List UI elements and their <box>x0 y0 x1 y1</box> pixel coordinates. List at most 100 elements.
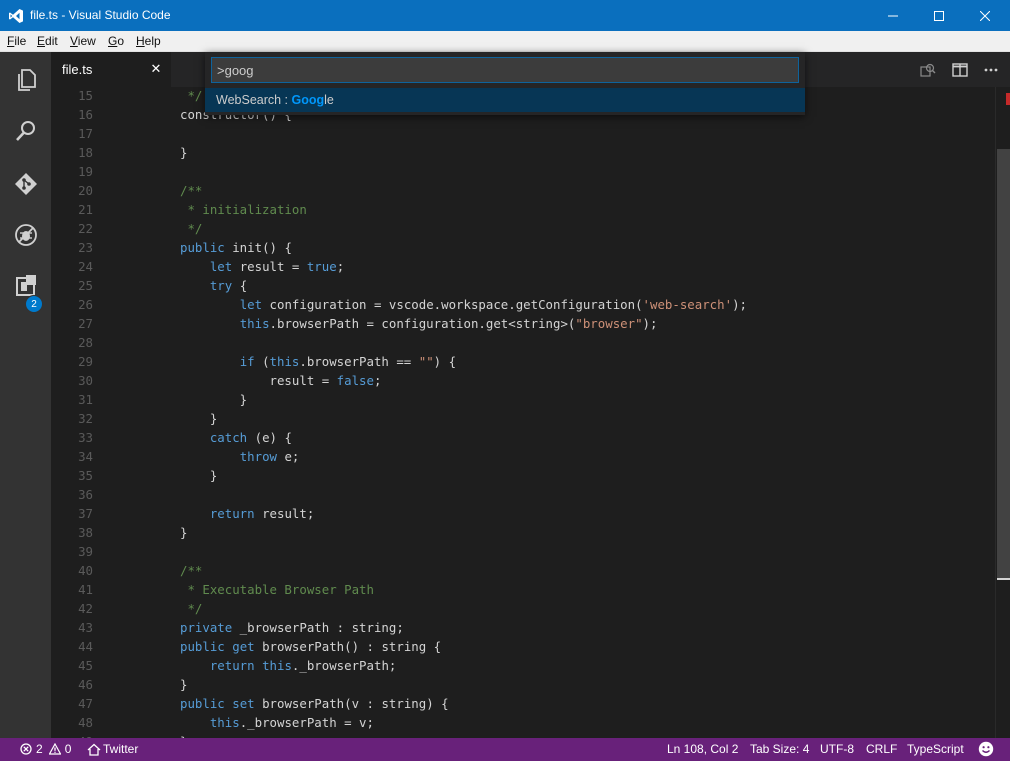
line-number: 46 <box>78 677 93 692</box>
code-line: } <box>180 411 218 426</box>
window-title: file.ts - Visual Studio Code <box>30 8 171 22</box>
line-number: 36 <box>78 487 93 502</box>
maximize-button[interactable] <box>916 0 962 31</box>
line-number: 30 <box>78 373 93 388</box>
line-number: 22 <box>78 221 93 236</box>
code-line: } <box>180 392 248 407</box>
line-ending[interactable]: CRLF <box>866 742 897 756</box>
line-number: 26 <box>78 297 93 312</box>
code-line: this._browserPath = v; <box>209 715 374 730</box>
tab-size[interactable]: Tab Size: 4 <box>750 742 809 756</box>
command-palette-input[interactable] <box>211 57 799 83</box>
debug-icon[interactable] <box>0 210 51 260</box>
problems-status[interactable]: 2 0 <box>20 742 71 756</box>
status-bar: 2 0 Twitter Ln 108, Col 2 Tab Size: 4 UT… <box>0 738 1010 761</box>
code-line: /** <box>180 183 203 198</box>
line-number: 34 <box>78 449 93 464</box>
code-line: */ <box>180 88 203 103</box>
line-number: 42 <box>78 601 93 616</box>
code-line: return this._browserPath; <box>209 658 397 673</box>
line-number: 16 <box>78 107 93 122</box>
warning-count: 0 <box>64 742 72 756</box>
code-line: * Executable Browser Path <box>180 582 374 597</box>
code-line: * initialization <box>180 202 307 217</box>
line-number: 29 <box>78 354 93 369</box>
twitter-status[interactable]: Twitter <box>87 742 138 756</box>
menu-bar: File Edit View Go Help <box>0 31 1010 52</box>
line-number: 23 <box>78 240 93 255</box>
line-number: 35 <box>78 468 93 483</box>
title-bar: file.ts - Visual Studio Code <box>0 0 1010 31</box>
open-changes-icon[interactable] <box>918 60 938 80</box>
line-number: 47 <box>78 696 93 711</box>
code-line: if (this.browserPath == "") { <box>239 354 457 369</box>
code-line: this.browserPath = configuration.get<str… <box>239 316 658 331</box>
tab-close-icon[interactable]: ✕ <box>149 61 163 77</box>
line-number: 21 <box>78 202 93 217</box>
code-editor[interactable]: 15 */16constructor() {1718}1920/**21 * i… <box>51 87 1010 738</box>
result-label: WebSearch : Google <box>216 93 334 107</box>
code-line: public init() { <box>180 240 292 255</box>
line-number: 33 <box>78 430 93 445</box>
language-mode[interactable]: TypeScript <box>907 742 964 756</box>
twitter-label: Twitter <box>103 742 139 756</box>
split-editor-icon[interactable] <box>950 60 970 80</box>
line-number: 44 <box>78 639 93 654</box>
code-line: catch (e) { <box>209 430 292 445</box>
line-number: 43 <box>78 620 93 635</box>
line-number: 40 <box>78 563 93 578</box>
code-line: public set browserPath(v : string) { <box>180 696 449 711</box>
git-icon[interactable] <box>0 159 51 209</box>
code-line: */ <box>180 221 203 236</box>
line-number: 27 <box>78 316 93 331</box>
extensions-badge: 2 <box>25 295 43 313</box>
line-number: 38 <box>78 525 93 540</box>
menu-view[interactable]: View <box>70 34 96 48</box>
code-line: public get browserPath() : string { <box>180 639 442 654</box>
code-line: try { <box>209 278 248 293</box>
error-marker <box>1006 93 1010 105</box>
line-number: 28 <box>78 335 93 350</box>
error-count: 2 <box>36 742 43 756</box>
code-line: private _browserPath : string; <box>180 620 404 635</box>
vscode-logo-icon <box>8 8 24 24</box>
line-number: 24 <box>78 259 93 274</box>
more-actions-icon[interactable] <box>981 60 1001 80</box>
cursor-position[interactable]: Ln 108, Col 2 <box>667 742 738 756</box>
line-number: 45 <box>78 658 93 673</box>
scrollbar-thumb[interactable] <box>997 149 1010 579</box>
line-number: 48 <box>78 715 93 730</box>
code-line: /** <box>180 563 203 578</box>
command-palette-result[interactable]: WebSearch : Google <box>205 88 805 112</box>
cursor-marker <box>997 578 1010 580</box>
menu-help[interactable]: Help <box>136 34 161 48</box>
tab-label: file.ts <box>62 62 93 77</box>
line-number: 15 <box>78 88 93 103</box>
explorer-icon[interactable] <box>0 55 51 105</box>
editor-scrollbar[interactable] <box>995 87 1010 738</box>
menu-go[interactable]: Go <box>108 34 124 48</box>
extensions-icon[interactable]: 2 <box>0 261 51 313</box>
menu-edit[interactable]: Edit <box>37 34 58 48</box>
code-line: */ <box>180 601 203 616</box>
line-number: 19 <box>78 164 93 179</box>
line-number: 25 <box>78 278 93 293</box>
code-line: } <box>180 145 188 160</box>
menu-file[interactable]: File <box>7 34 26 48</box>
code-line: } <box>180 525 188 540</box>
line-number: 18 <box>78 145 93 160</box>
close-window-button[interactable] <box>962 0 1008 31</box>
tab-file-ts[interactable]: file.ts ✕ <box>51 52 171 87</box>
command-palette: WebSearch : Google <box>205 52 805 115</box>
activity-bar: 2 <box>0 52 51 738</box>
line-number: 31 <box>78 392 93 407</box>
encoding[interactable]: UTF-8 <box>820 742 854 756</box>
feedback-smiley-icon[interactable] <box>978 741 994 757</box>
minimize-button[interactable] <box>870 0 916 31</box>
code-line: let result = true; <box>209 259 345 274</box>
code-line: } <box>180 677 188 692</box>
code-line: result = false; <box>180 373 382 388</box>
code-line: } <box>180 468 218 483</box>
search-icon[interactable] <box>0 106 51 156</box>
code-line: throw e; <box>239 449 300 464</box>
